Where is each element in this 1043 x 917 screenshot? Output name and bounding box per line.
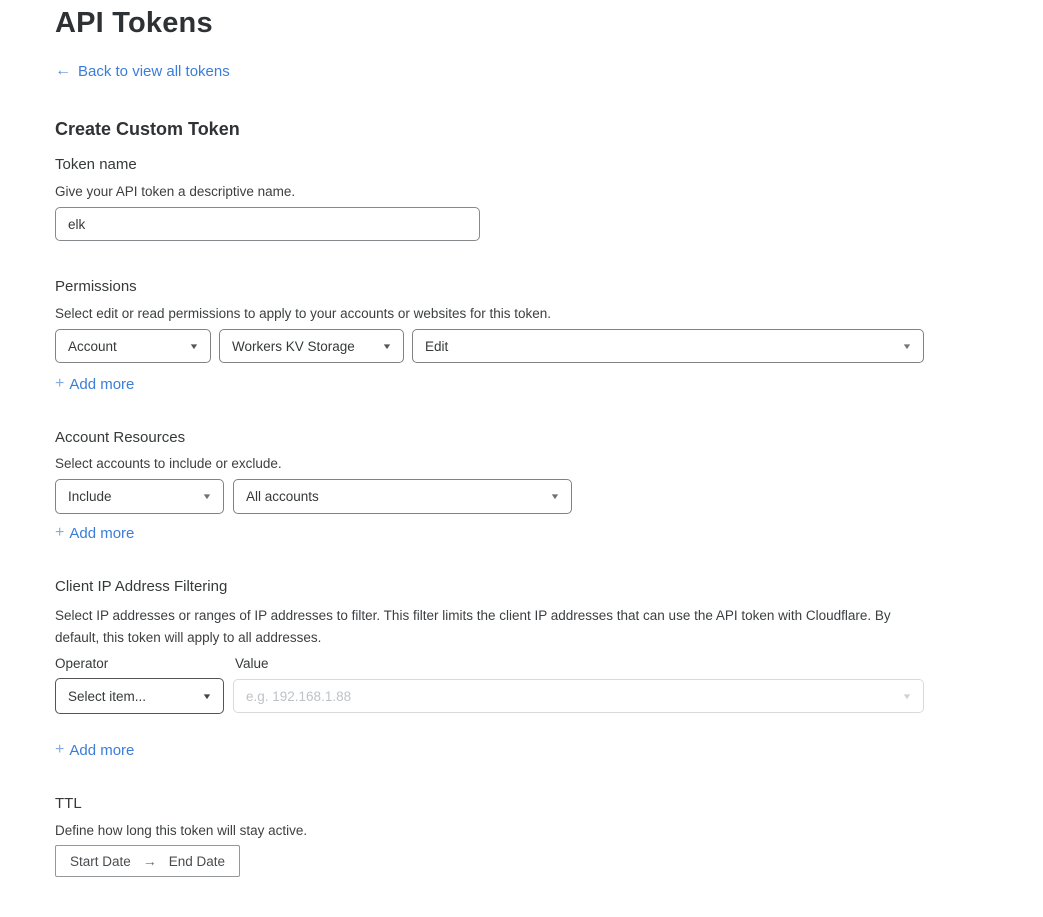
permissions-label: Permissions — [55, 278, 137, 295]
account-resources-add-more-link[interactable]: + Add more — [55, 524, 134, 542]
chevron-down-icon: ▼ — [902, 692, 913, 701]
account-resources-mode-select[interactable]: Include ▼ — [55, 479, 224, 514]
start-date-label: Start Date — [70, 854, 131, 869]
chevron-down-icon: ▼ — [550, 492, 561, 501]
add-more-label: Add more — [69, 742, 134, 759]
permission-access-select[interactable]: Edit ▼ — [412, 329, 924, 363]
arrow-right-icon: → — [143, 853, 157, 869]
permission-service-select[interactable]: Workers KV Storage ▼ — [219, 329, 404, 363]
back-link-label: Back to view all tokens — [78, 63, 230, 80]
plus-icon: + — [55, 524, 64, 542]
account-resources-label: Account Resources — [55, 429, 185, 446]
end-date-label: End Date — [169, 854, 225, 869]
page-title: API Tokens — [55, 7, 213, 40]
ip-operator-select[interactable]: Select item... ▼ — [55, 678, 224, 714]
chevron-down-icon: ▼ — [382, 342, 393, 351]
permission-scope-select[interactable]: Account ▼ — [55, 329, 211, 363]
chevron-down-icon: ▼ — [189, 342, 200, 351]
ip-filtering-add-more-link[interactable]: + Add more — [55, 741, 134, 759]
ttl-description: Define how long this token will stay act… — [55, 823, 307, 838]
create-custom-token-heading: Create Custom Token — [55, 119, 240, 140]
chevron-down-icon: ▼ — [902, 342, 913, 351]
permission-service-value: Workers KV Storage — [232, 339, 355, 354]
operator-label: Operator — [55, 656, 108, 671]
permissions-row: Account ▼ Workers KV Storage ▼ Edit ▼ — [55, 329, 924, 363]
ttl-label: TTL — [55, 795, 82, 812]
permission-scope-value: Account — [68, 339, 117, 354]
ip-value-placeholder: e.g. 192.168.1.88 — [246, 689, 351, 704]
add-more-label: Add more — [69, 525, 134, 542]
plus-icon: + — [55, 741, 64, 759]
permissions-description: Select edit or read permissions to apply… — [55, 306, 551, 321]
ip-filtering-description: Select IP addresses or ranges of IP addr… — [55, 605, 917, 650]
back-to-tokens-link[interactable]: ← Back to view all tokens — [55, 62, 230, 80]
account-resources-description: Select accounts to include or exclude. — [55, 456, 282, 471]
permissions-add-more-link[interactable]: + Add more — [55, 375, 134, 393]
token-name-label: Token name — [55, 156, 137, 173]
account-resources-mode-value: Include — [68, 489, 112, 504]
permission-access-value: Edit — [425, 339, 448, 354]
value-label: Value — [235, 656, 269, 671]
ip-operator-value: Select item... — [68, 689, 146, 704]
ttl-date-range-picker[interactable]: Start Date → End Date — [55, 845, 240, 877]
account-resources-row: Include ▼ All accounts ▼ — [55, 479, 572, 514]
plus-icon: + — [55, 375, 64, 393]
token-name-input[interactable] — [55, 207, 480, 241]
account-resources-accounts-value: All accounts — [246, 489, 319, 504]
account-resources-accounts-select[interactable]: All accounts ▼ — [233, 479, 572, 514]
arrow-left-icon: ← — [55, 62, 71, 80]
chevron-down-icon: ▼ — [202, 492, 213, 501]
ip-filtering-row: Select item... ▼ e.g. 192.168.1.88 ▼ — [55, 678, 924, 714]
ip-filtering-label: Client IP Address Filtering — [55, 578, 227, 595]
ip-value-combobox[interactable]: e.g. 192.168.1.88 ▼ — [233, 679, 924, 713]
chevron-down-icon: ▼ — [202, 692, 213, 701]
add-more-label: Add more — [69, 376, 134, 393]
token-name-description: Give your API token a descriptive name. — [55, 184, 295, 199]
